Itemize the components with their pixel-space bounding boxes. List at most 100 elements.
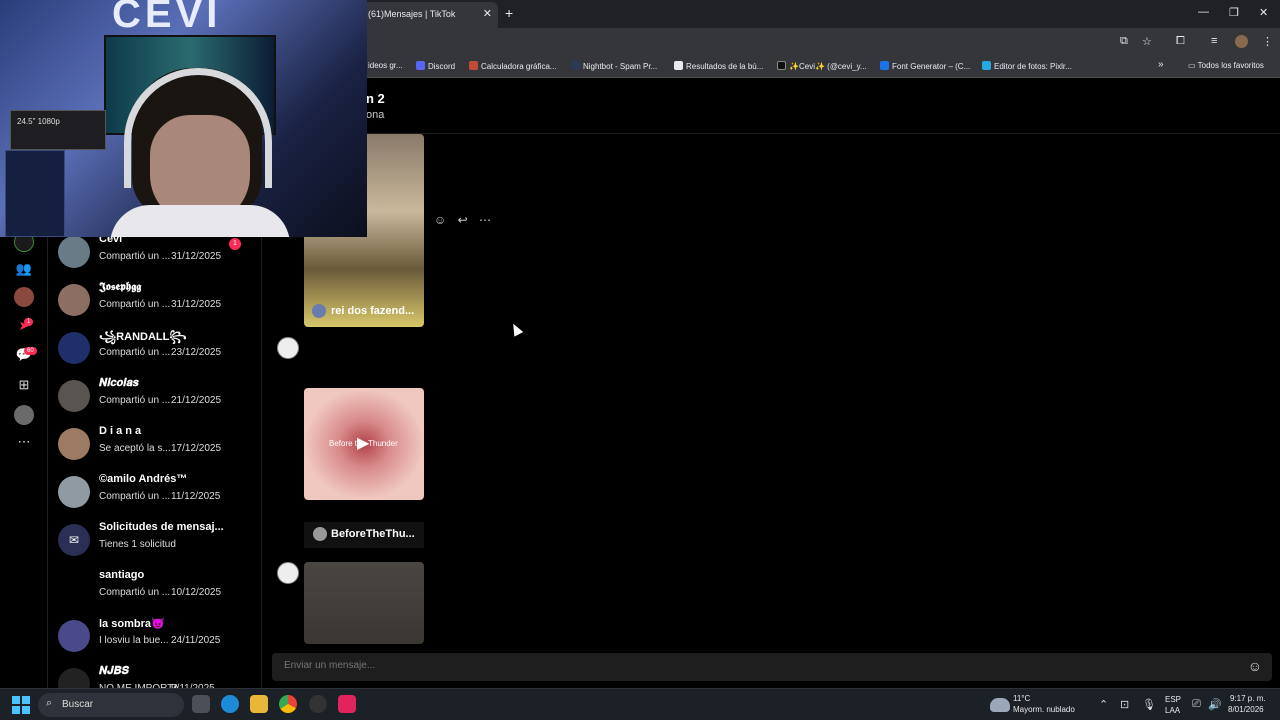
avatar xyxy=(58,620,90,652)
creator-avatar xyxy=(313,527,327,541)
conversation-item[interactable]: 𝑵𝒊𝒄𝒐𝒍𝒂𝒔 Compartió un ... 21/12/2025 xyxy=(58,374,254,420)
language-bottom[interactable]: LAA xyxy=(1165,706,1180,715)
conversation-name: 𝑵𝒊𝒄𝒐𝒍𝒂𝒔 xyxy=(99,377,139,389)
task-view-icon[interactable] xyxy=(192,695,210,713)
close-window-icon[interactable]: ✕ xyxy=(1259,6,1268,19)
message-input[interactable] xyxy=(284,660,1184,671)
profile-avatar[interactable] xyxy=(1235,35,1248,48)
bookmark-item[interactable]: ✨Cevi✨ (@cevi_y... xyxy=(777,61,867,71)
conversation-preview: Compartió un ... xyxy=(99,395,171,406)
bookmark-item[interactable]: Nightbot - Spam Pr... xyxy=(571,61,657,71)
shared-video-card[interactable]: Before the Thunder ▶ xyxy=(304,388,424,500)
new-tab-button[interactable]: + xyxy=(505,5,513,21)
volume-icon[interactable]: 🔊 xyxy=(1208,698,1222,711)
conversation-date: 23/12/2025 xyxy=(171,347,222,358)
friends-icon[interactable]: 👥 xyxy=(14,259,34,279)
folder-icon: ▭ xyxy=(1188,61,1198,70)
nightbot-icon xyxy=(571,61,580,70)
play-icon[interactable]: ▶ xyxy=(357,433,369,453)
chat-pane: n 2 ona rei dos fazend... ☺ ↩ ⋯ Before t… xyxy=(262,78,1280,688)
conversation-item[interactable]: ꧁RANDALL꧂ Compartió un ... 23/12/2025 xyxy=(58,326,254,372)
nav-live-avatar[interactable] xyxy=(14,287,34,307)
video-creator-row[interactable]: BeforeTheThu... xyxy=(304,522,424,548)
upload-icon[interactable]: ⊞ xyxy=(14,375,34,395)
browser-tab[interactable]: (61)Mensajes | TikTok ✕ xyxy=(358,2,498,28)
chat-header: n 2 ona xyxy=(262,78,1280,134)
all-favorites-folder[interactable]: ▭ Todos los favoritos xyxy=(1188,61,1264,70)
message-input-bar: ☺ xyxy=(272,653,1272,681)
conversation-date: 21/12/2025 xyxy=(171,395,222,406)
bookmark-item[interactable]: Resultados de la bú... xyxy=(674,61,763,71)
avatar xyxy=(58,476,90,508)
language-top[interactable]: ESP xyxy=(1165,695,1181,704)
obs-icon[interactable] xyxy=(309,695,327,713)
calculator-icon xyxy=(469,61,478,70)
conversation-preview: Compartió un ... xyxy=(99,587,171,598)
chat-title: n 2 xyxy=(366,91,385,106)
conversation-item[interactable]: 𝕵𝖔𝖘𝖊𝖕𝖍𝖌𝖌 Compartió un ... 31/12/2025 xyxy=(58,278,254,324)
messages-badge: 60 xyxy=(24,347,37,355)
bookmark-item[interactable]: Discord xyxy=(416,61,455,71)
chrome-icon[interactable] xyxy=(279,695,297,713)
cast-icon[interactable]: ⧉ xyxy=(1120,35,1128,48)
extensions-icon[interactable]: ⧠ xyxy=(1176,35,1185,48)
conversation-item[interactable]: la sombra😈 I losviu la bue... 24/11/2025 xyxy=(58,614,254,660)
conversation-name: ©amilo Andrés™ xyxy=(99,473,188,485)
media-controls-icon[interactable]: ≡ xyxy=(1211,35,1217,47)
weather-desc: Mayorm. nublado xyxy=(1013,705,1075,714)
file-explorer-icon[interactable] xyxy=(250,695,268,713)
conversation-preview: Compartió un ... xyxy=(99,299,171,310)
conversation-date: 24/11/2025 xyxy=(171,635,221,646)
sender-avatar[interactable] xyxy=(277,562,299,584)
font-generator-icon xyxy=(880,61,889,70)
bookmark-star-icon[interactable]: ☆ xyxy=(1142,35,1152,48)
more-bookmarks-icon[interactable]: » xyxy=(1158,59,1164,70)
microphone-icon[interactable]: 🎙 xyxy=(1142,698,1156,711)
network-icon[interactable]: ⎚ xyxy=(1192,698,1201,711)
avatar xyxy=(58,236,90,268)
conversation-name: Solicitudes de mensaj... xyxy=(99,521,224,533)
minimize-icon[interactable]: — xyxy=(1198,6,1209,18)
conversation-date: 11/12/2025 xyxy=(171,491,221,502)
reply-icon[interactable]: ↩ xyxy=(458,213,468,227)
message-requests-item[interactable]: ✉ Solicitudes de mensaj... Tienes 1 soli… xyxy=(58,518,254,564)
nav-user-avatar[interactable] xyxy=(14,405,34,425)
monitor-box: 24.5" 1080p xyxy=(10,110,106,150)
restore-icon[interactable]: ❐ xyxy=(1229,6,1239,19)
pc-case xyxy=(5,150,65,237)
conversation-preview: I losviu la bue... xyxy=(99,635,169,646)
bookmark-item[interactable]: Font Generator – (C... xyxy=(880,61,970,71)
conversation-date: 31/12/2025 xyxy=(171,299,222,310)
chevron-up-icon[interactable]: ⌃ xyxy=(1099,698,1108,711)
shared-video-card[interactable] xyxy=(304,562,424,644)
avatar xyxy=(58,332,90,364)
clock-date[interactable]: 8/01/2026 xyxy=(1228,705,1264,714)
start-button[interactable] xyxy=(12,696,30,714)
react-emoji-icon[interactable]: ☺ xyxy=(434,213,446,227)
conversation-name: 𝑵𝑱𝑩𝑺 xyxy=(99,665,129,677)
more-icon[interactable]: ⋯ xyxy=(14,432,34,452)
creator-avatar xyxy=(312,304,326,318)
video-caption: rei dos fazend... xyxy=(331,305,415,317)
edge-icon[interactable] xyxy=(221,695,239,713)
webcam-overlay: CEVI 24.5" 1080p xyxy=(0,0,367,237)
clock-time[interactable]: 9:17 p. m. xyxy=(1230,694,1266,703)
conversation-item[interactable]: santiago Compartió un ... 10/12/2025 xyxy=(58,566,254,612)
conversation-preview: Tienes 1 solicitud xyxy=(99,539,176,550)
avatar xyxy=(58,284,90,316)
weather-icon[interactable] xyxy=(990,698,1010,712)
bookmark-item[interactable]: Calculadora gráfica... xyxy=(469,61,557,71)
windows-taskbar: ⌕ Buscar 11°C Mayorm. nublado ⌃ ⊡ 🎙 ESP … xyxy=(0,688,1280,720)
tiktok-studio-icon[interactable] xyxy=(338,695,356,713)
menu-kebab-icon[interactable]: ⋮ xyxy=(1262,35,1273,48)
taskbar-search[interactable]: ⌕ Buscar xyxy=(38,693,184,717)
more-options-icon[interactable]: ⋯ xyxy=(479,213,491,227)
conversation-item[interactable]: ©amilo Andrés™ Compartió un ... 11/12/20… xyxy=(58,470,254,516)
tray-app-icon[interactable]: ⊡ xyxy=(1120,698,1129,711)
emoji-icon[interactable]: ☺ xyxy=(1248,658,1262,674)
bookmark-item[interactable]: Editor de fotos: Pixlr... xyxy=(982,61,1072,71)
sender-avatar[interactable] xyxy=(277,337,299,359)
bookmark-item[interactable]: ideos gr... xyxy=(368,61,403,70)
tab-close-icon[interactable]: ✕ xyxy=(483,7,492,20)
conversation-item[interactable]: D i a n a Se aceptó la s... 17/12/2025 xyxy=(58,422,254,468)
